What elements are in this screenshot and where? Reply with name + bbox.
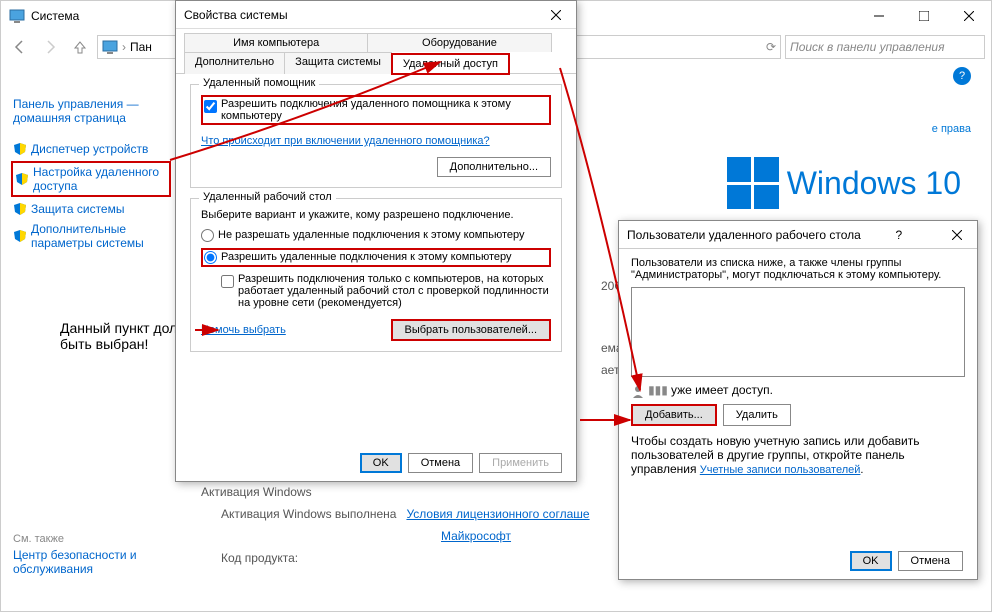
user-accounts-link[interactable]: Учетные записи пользователей bbox=[700, 464, 861, 476]
remove-button[interactable]: Удалить bbox=[723, 404, 791, 426]
shield-icon bbox=[13, 142, 27, 156]
shield-icon bbox=[15, 172, 29, 186]
license-link[interactable]: Майкрософт bbox=[441, 529, 511, 543]
select-users-button[interactable]: Выбрать пользователей... bbox=[391, 319, 552, 341]
sidebar-item-label: Защита системы bbox=[31, 202, 124, 216]
sidebar-item-label: Настройка удаленного доступа bbox=[33, 165, 167, 193]
group-legend: Удаленный рабочий стол bbox=[199, 191, 336, 203]
add-button[interactable]: Добавить... bbox=[631, 404, 717, 426]
tabs: Имя компьютера Оборудование Дополнительн… bbox=[176, 29, 576, 74]
dialog-titlebar: Пользователи удаленного рабочего стола ? bbox=[619, 221, 977, 249]
windows-logo-icon bbox=[727, 157, 779, 209]
help-button[interactable]: ? bbox=[884, 221, 914, 249]
window-title: Система bbox=[31, 9, 79, 23]
users-listbox[interactable] bbox=[631, 287, 965, 377]
close-button[interactable] bbox=[536, 1, 576, 29]
sidebar-item-advanced[interactable]: Дополнительные параметры системы bbox=[13, 219, 169, 253]
product-code-label: Код продукта: bbox=[221, 551, 298, 566]
system-properties-dialog: Свойства системы Имя компьютера Оборудов… bbox=[175, 0, 577, 482]
dialog-titlebar: Свойства системы bbox=[176, 1, 576, 29]
rd-intro: Выберите вариант и укажите, кому разреше… bbox=[201, 209, 551, 221]
cancel-button[interactable]: Отмена bbox=[408, 453, 473, 473]
access-text: ▮▮▮ уже имеет доступ. bbox=[631, 383, 965, 398]
sidebar-item-label: Диспетчер устройств bbox=[31, 142, 148, 156]
tab-computer-name[interactable]: Имя компьютера bbox=[184, 33, 368, 52]
checkbox-input[interactable] bbox=[204, 100, 217, 113]
sidebar-item-system-protection[interactable]: Защита системы bbox=[13, 199, 169, 219]
minimize-button[interactable] bbox=[856, 1, 901, 31]
breadcrumb[interactable]: Пан bbox=[130, 40, 152, 54]
assistance-advanced-button[interactable]: Дополнительно... bbox=[437, 157, 551, 177]
remote-desktop-group: Удаленный рабочий стол Выберите вариант … bbox=[190, 198, 562, 352]
users-intro: Пользователи из списка ниже, а также чле… bbox=[631, 257, 965, 281]
sidebar-see-also-item[interactable]: Центр безопасности и обслуживания bbox=[13, 545, 169, 579]
sidebar-item-remote-settings[interactable]: Настройка удаленного доступа bbox=[11, 161, 171, 197]
help-icon[interactable]: ? bbox=[953, 67, 971, 85]
user-icon bbox=[631, 383, 645, 397]
see-also-label: См. также bbox=[13, 533, 169, 545]
radio-allow[interactable]: Разрешить удаленные подключения к этому … bbox=[201, 248, 551, 267]
radio-input[interactable] bbox=[204, 251, 217, 264]
computer-icon bbox=[102, 39, 118, 55]
ok-button[interactable]: OK bbox=[850, 551, 892, 571]
nla-checkbox[interactable]: Разрешить подключения только с компьютер… bbox=[201, 273, 551, 309]
up-button[interactable] bbox=[67, 34, 93, 60]
help-choose-link[interactable]: Помочь выбрать bbox=[201, 324, 286, 336]
close-button[interactable] bbox=[937, 221, 977, 249]
license-link[interactable]: Условия лицензионного соглаше bbox=[406, 507, 589, 521]
radio-disallow[interactable]: Не разрешать удаленные подключения к это… bbox=[201, 229, 551, 242]
tab-remote[interactable]: Удаленный доступ bbox=[391, 53, 510, 75]
remote-users-dialog: Пользователи удаленного рабочего стола ?… bbox=[618, 220, 978, 580]
group-legend: Удаленный помощник bbox=[199, 77, 319, 89]
shield-icon bbox=[13, 229, 27, 243]
sidebar-item-label: Дополнительные параметры системы bbox=[31, 222, 169, 250]
tab-advanced[interactable]: Дополнительно bbox=[184, 52, 285, 74]
assistance-info-link[interactable]: Что происходит при включении удаленного … bbox=[201, 135, 490, 147]
checkbox-input[interactable] bbox=[221, 275, 234, 288]
tab-hardware[interactable]: Оборудование bbox=[367, 33, 551, 52]
dialog-title: Свойства системы bbox=[184, 8, 288, 22]
windows-brand: Windows 10 bbox=[727, 157, 961, 209]
search-input[interactable]: Поиск в панели управления bbox=[785, 35, 985, 59]
maximize-button[interactable] bbox=[901, 1, 946, 31]
sidebar-home[interactable]: Панель управления — домашняя страница bbox=[13, 97, 169, 125]
ok-button[interactable]: OK bbox=[360, 453, 402, 473]
allow-assistance-checkbox[interactable]: Разрешить подключения удаленного помощни… bbox=[201, 95, 551, 125]
sidebar-item-device-manager[interactable]: Диспетчер устройств bbox=[13, 139, 169, 159]
apply-button: Применить bbox=[479, 453, 562, 473]
tab-protection[interactable]: Защита системы bbox=[284, 52, 392, 74]
dialog-title: Пользователи удаленного рабочего стола bbox=[627, 228, 861, 242]
shield-icon bbox=[13, 202, 27, 216]
radio-input[interactable] bbox=[201, 229, 214, 242]
remote-assistance-group: Удаленный помощник Разрешить подключения… bbox=[190, 84, 562, 188]
back-button[interactable] bbox=[7, 34, 33, 60]
forward-button[interactable] bbox=[37, 34, 63, 60]
users-hint: Чтобы создать новую учетную запись или д… bbox=[631, 434, 965, 476]
close-button[interactable] bbox=[946, 1, 991, 31]
cancel-button[interactable]: Отмена bbox=[898, 551, 963, 571]
computer-icon bbox=[9, 8, 25, 24]
